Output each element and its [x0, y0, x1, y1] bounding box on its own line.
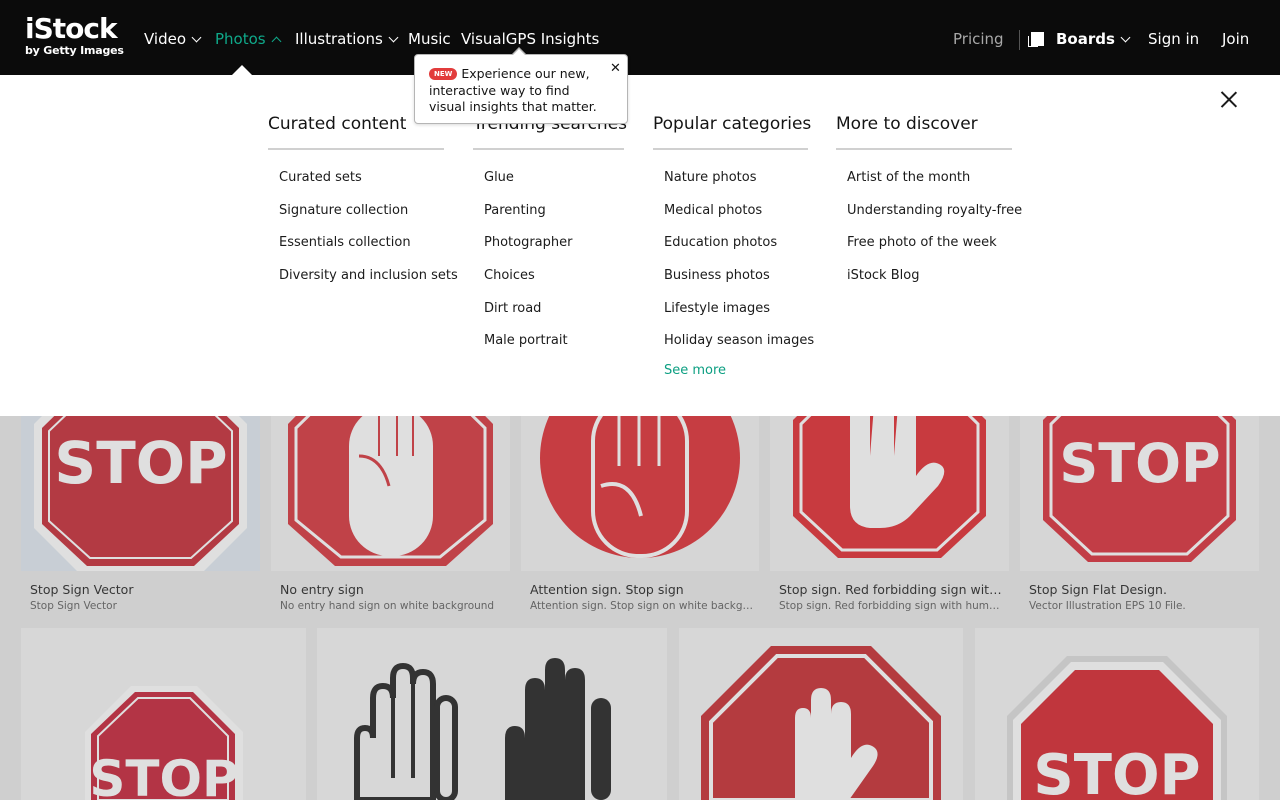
stop-text: STOP [1059, 432, 1220, 495]
boards-label: Boards [1056, 30, 1115, 48]
column-links: Nature photos Medical photos Education p… [664, 170, 814, 396]
visualgps-promo-popover: NEW Experience our new, interactive way t… [414, 47, 628, 124]
logo-tagline: by Getty Images [25, 44, 124, 57]
menu-link[interactable]: Nature photos [664, 170, 814, 186]
menu-link[interactable]: Education photos [664, 235, 814, 251]
menu-link[interactable]: Lifestyle images [664, 301, 814, 317]
result-card[interactable]: Attention sign. Stop sign Attention sign… [521, 416, 759, 616]
sign-in-link[interactable]: Sign in [1148, 29, 1199, 49]
promo-text-block: NEW Experience our new, interactive way t… [429, 66, 609, 116]
see-more-link[interactable]: See more [664, 363, 814, 379]
chevron-up-icon [271, 36, 282, 46]
nav-photos-label: Photos [215, 30, 266, 48]
menu-link[interactable]: Understanding royalty-free [847, 203, 1022, 219]
column-links: Glue Parenting Photographer Choices Dirt… [484, 170, 572, 366]
result-thumbnail: STOP [1020, 416, 1259, 571]
result-thumbnail: STOP [975, 628, 1259, 800]
nav-music[interactable]: Music [408, 29, 451, 49]
menu-pointer-caret [232, 65, 252, 75]
result-subtitle: Attention sign. Stop sign on white backg… [530, 600, 755, 612]
logo-wordmark: iStock [25, 12, 118, 45]
result-subtitle: Stop Sign Vector [30, 600, 117, 612]
boards-icon [1028, 32, 1044, 47]
nav-video[interactable]: Video [144, 29, 202, 49]
menu-link[interactable]: iStock Blog [847, 268, 1022, 284]
column-divider [836, 148, 1012, 150]
result-thumbnail: STOP [21, 416, 260, 571]
menu-link[interactable]: Signature collection [279, 203, 458, 219]
result-thumbnail [679, 628, 963, 800]
boards-button[interactable]: Boards [1028, 29, 1131, 49]
menu-link[interactable]: Artist of the month [847, 170, 1022, 186]
result-title[interactable]: No entry sign [280, 582, 505, 597]
result-thumbnail [271, 416, 510, 571]
menu-link[interactable]: Photographer [484, 235, 572, 251]
search-results-grid: STOP Stop Sign Vector Stop Sign Vector N… [0, 416, 1280, 800]
chevron-down-icon [1120, 32, 1131, 42]
nav-music-label: Music [408, 30, 451, 48]
result-thumbnail: STOP [21, 628, 306, 800]
istock-logo[interactable]: iStock by Getty Images [25, 12, 124, 58]
result-card[interactable]: STOP Stop Sign Flat Design. Vector Illus… [1020, 416, 1259, 616]
column-divider [268, 148, 444, 150]
column-links: Artist of the month Understanding royalt… [847, 170, 1022, 301]
column-links: Curated sets Signature collection Essent… [279, 170, 458, 301]
menu-link[interactable]: Business photos [664, 268, 814, 284]
column-divider [473, 148, 624, 150]
result-thumbnail [317, 628, 667, 800]
chevron-down-icon [191, 32, 202, 42]
menu-link[interactable]: Dirt road [484, 301, 572, 317]
nav-visualgps-insights[interactable]: VisualGPS Insights [461, 29, 599, 49]
close-menu-icon[interactable] [1220, 91, 1237, 108]
result-card[interactable]: STOP Stop Sign Vector Stop Sign Vector [21, 416, 260, 616]
chevron-down-icon [388, 32, 399, 42]
nav-visualgps-label: VisualGPS Insights [461, 30, 600, 48]
result-subtitle: No entry hand sign on white background [280, 600, 495, 612]
result-card[interactable]: STOP [975, 628, 1259, 800]
result-thumbnail [770, 416, 1009, 571]
top-navigation-bar: iStock by Getty Images Video Photos Illu… [0, 0, 1280, 75]
result-card[interactable]: STOP [21, 628, 306, 800]
menu-link[interactable]: Medical photos [664, 203, 814, 219]
menu-link[interactable]: Curated sets [279, 170, 458, 186]
result-title[interactable]: Stop Sign Flat Design. [1029, 582, 1254, 597]
menu-link[interactable]: Glue [484, 170, 572, 186]
result-title[interactable]: Stop Sign Vector [30, 582, 255, 597]
join-link[interactable]: Join [1222, 29, 1249, 49]
column-title: More to discover [836, 114, 978, 134]
nav-divider [1019, 30, 1020, 50]
new-badge: NEW [429, 68, 458, 80]
result-card[interactable]: No entry sign No entry hand sign on whit… [271, 416, 510, 616]
column-divider [653, 148, 808, 150]
menu-link[interactable]: Choices [484, 268, 572, 284]
result-card[interactable]: Stop sign. Red forbidding sign with ... … [770, 416, 1009, 616]
pricing-link[interactable]: Pricing [953, 29, 1004, 49]
result-card[interactable] [679, 628, 963, 800]
stop-text: STOP [1033, 743, 1200, 800]
menu-link[interactable]: Diversity and inclusion sets [279, 268, 458, 284]
close-icon[interactable]: ✕ [610, 62, 621, 76]
result-card[interactable] [317, 628, 667, 800]
column-title: Popular categories [653, 114, 812, 134]
menu-link[interactable]: Essentials collection [279, 235, 458, 251]
nav-illustrations-label: Illustrations [295, 30, 383, 48]
result-thumbnail [521, 416, 759, 571]
menu-link[interactable]: Male portrait [484, 333, 572, 349]
nav-illustrations[interactable]: Illustrations [295, 29, 399, 49]
menu-link[interactable]: Holiday season images [664, 333, 814, 349]
result-title[interactable]: Stop sign. Red forbidding sign with ... [779, 582, 1004, 597]
result-subtitle: Vector Illustration EPS 10 File. [1029, 600, 1186, 612]
menu-link[interactable]: Free photo of the week [847, 235, 1022, 251]
stop-text: STOP [54, 429, 227, 497]
photos-mega-menu: Curated content Curated sets Signature c… [0, 75, 1280, 416]
result-title[interactable]: Attention sign. Stop sign [530, 582, 755, 597]
column-title: Curated content [268, 114, 407, 134]
nav-photos[interactable]: Photos [215, 29, 282, 49]
nav-video-label: Video [144, 30, 187, 48]
result-subtitle: Stop sign. Red forbidding sign with huma… [779, 600, 1004, 612]
stop-text: STOP [89, 750, 238, 800]
menu-link[interactable]: Parenting [484, 203, 572, 219]
